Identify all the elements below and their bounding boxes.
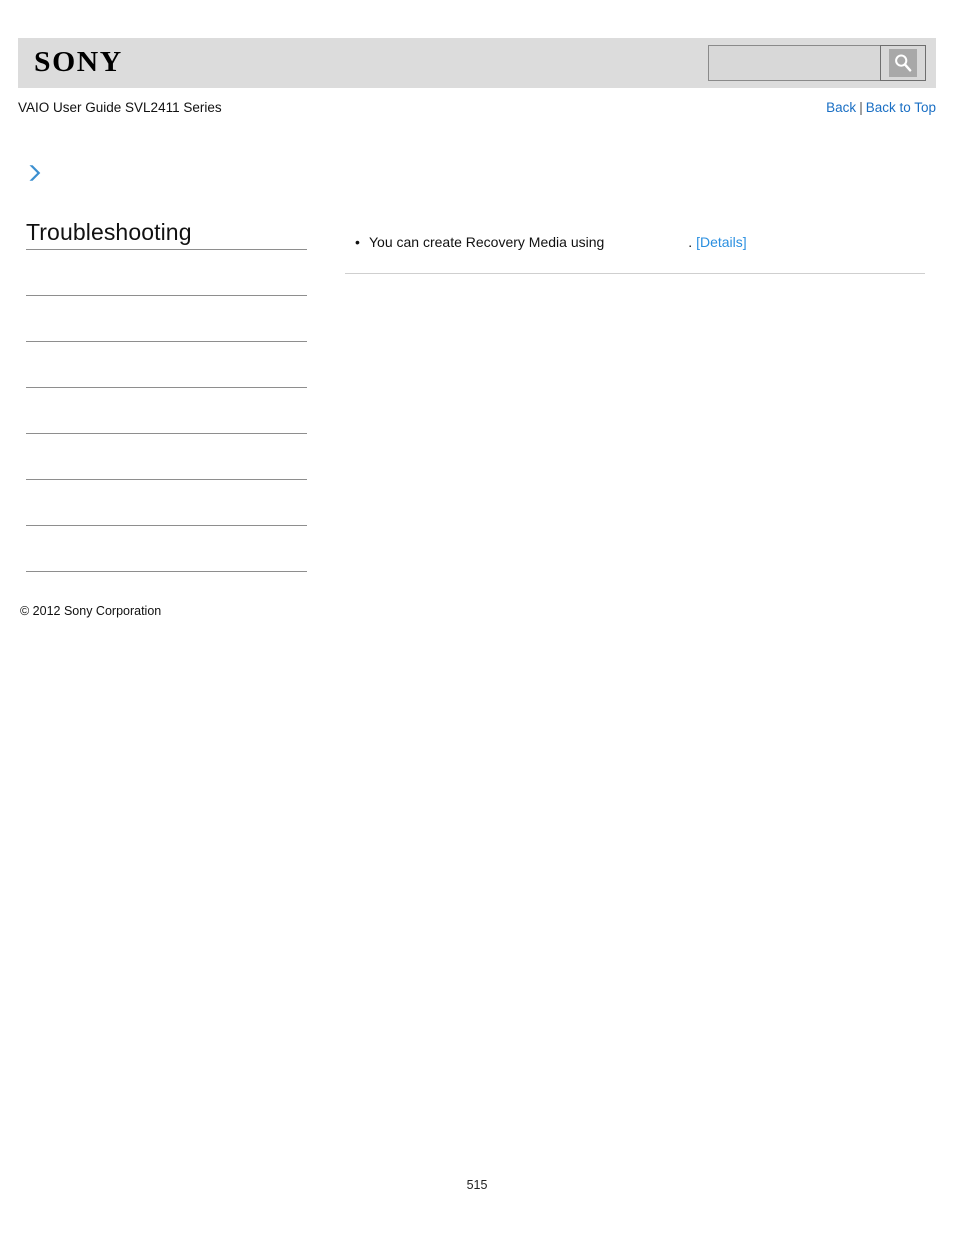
site-header: SONY bbox=[18, 38, 936, 88]
sidebar: Troubleshooting bbox=[26, 218, 307, 572]
chevron-right-icon[interactable] bbox=[24, 162, 46, 184]
list-item: • You can create Recovery Media using. [… bbox=[345, 232, 925, 252]
sony-logo: SONY bbox=[34, 47, 123, 78]
header-nav: Back | Back to Top bbox=[826, 100, 936, 115]
sidebar-item-1[interactable] bbox=[26, 250, 307, 295]
guide-title: VAIO User Guide SVL2411 Series bbox=[18, 100, 222, 115]
search-area bbox=[708, 45, 926, 81]
search-icon bbox=[889, 49, 917, 77]
sidebar-divider bbox=[26, 571, 307, 572]
page-number: 515 bbox=[466, 1178, 488, 1192]
sidebar-item-4[interactable] bbox=[26, 388, 307, 433]
details-link[interactable]: [Details] bbox=[696, 234, 747, 250]
search-input[interactable] bbox=[708, 45, 880, 81]
sidebar-item-7[interactable] bbox=[26, 526, 307, 571]
main-content: • You can create Recovery Media using. [… bbox=[345, 232, 925, 274]
copyright-text: © 2012 Sony Corporation bbox=[20, 604, 162, 618]
page-root: SONY VAIO User Guide SVL2411 Series Back… bbox=[0, 0, 954, 1235]
back-to-top-link[interactable]: Back to Top bbox=[866, 100, 936, 115]
sidebar-heading: Troubleshooting bbox=[26, 219, 192, 245]
sidebar-item-5[interactable] bbox=[26, 434, 307, 479]
bullet-content: You can create Recovery Media using. [De… bbox=[369, 232, 747, 252]
bullet-text: You can create Recovery Media using bbox=[369, 234, 605, 250]
back-link[interactable]: Back bbox=[826, 100, 856, 115]
search-button[interactable] bbox=[880, 45, 926, 81]
bullet-list: • You can create Recovery Media using. [… bbox=[345, 232, 925, 252]
sidebar-item-6[interactable] bbox=[26, 480, 307, 525]
nav-separator: | bbox=[859, 100, 863, 115]
sidebar-item-3[interactable] bbox=[26, 342, 307, 387]
content-divider bbox=[345, 273, 925, 274]
sidebar-item-2[interactable] bbox=[26, 296, 307, 341]
bullet-period: . bbox=[688, 234, 693, 250]
sub-header: VAIO User Guide SVL2411 Series Back | Back… bbox=[18, 100, 936, 122]
bullet-marker: • bbox=[355, 234, 360, 250]
